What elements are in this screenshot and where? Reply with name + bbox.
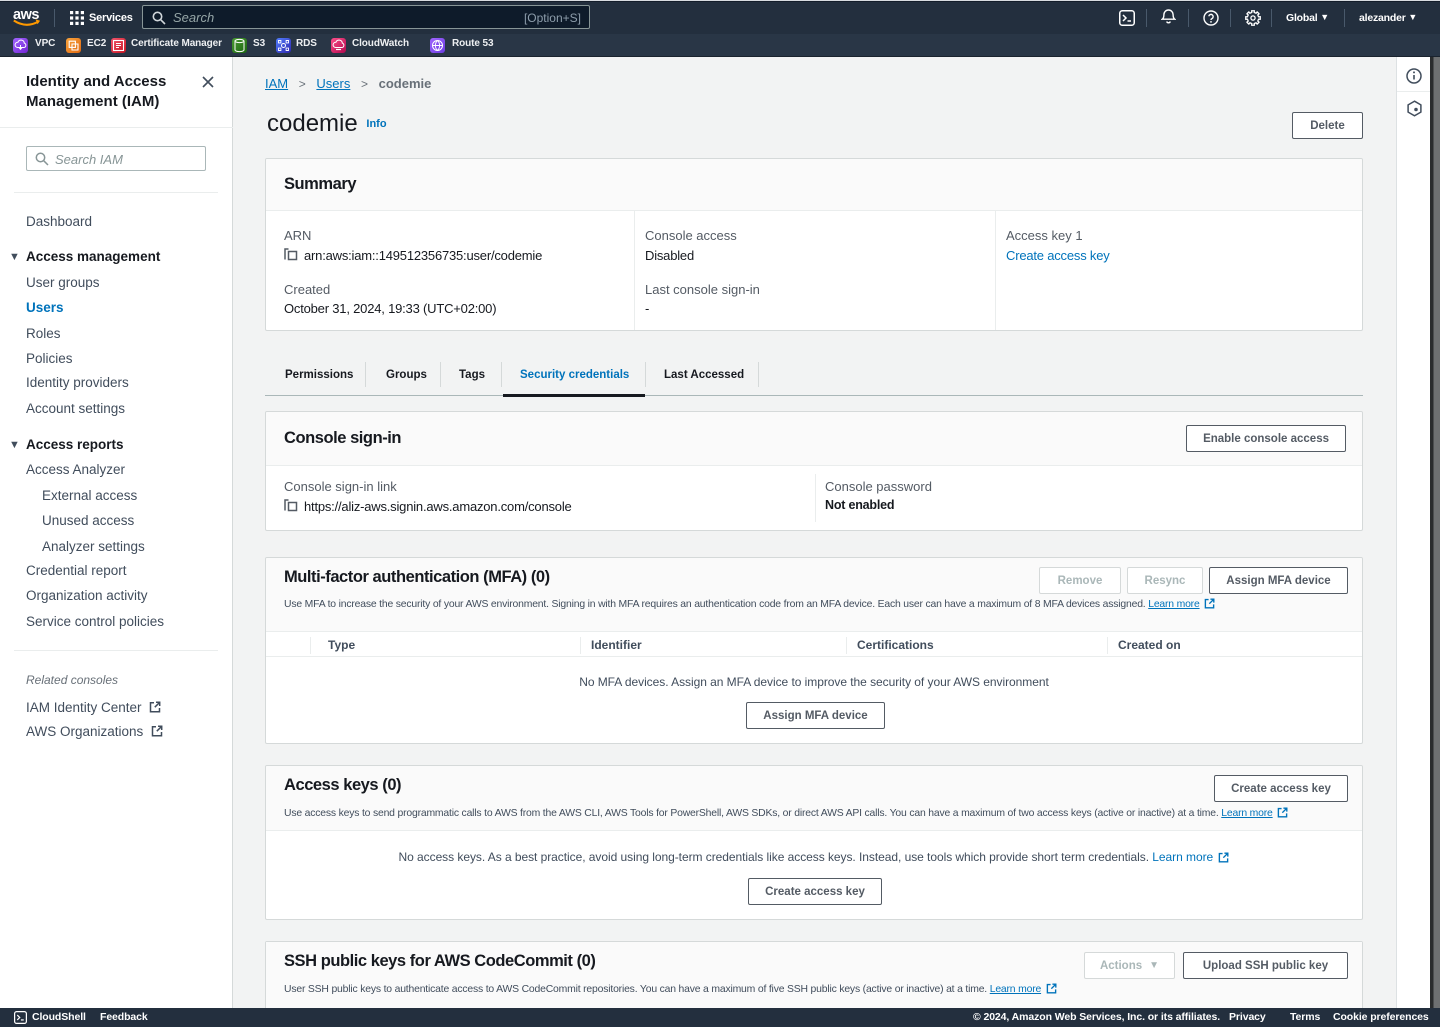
svg-text:aws: aws — [13, 7, 39, 23]
